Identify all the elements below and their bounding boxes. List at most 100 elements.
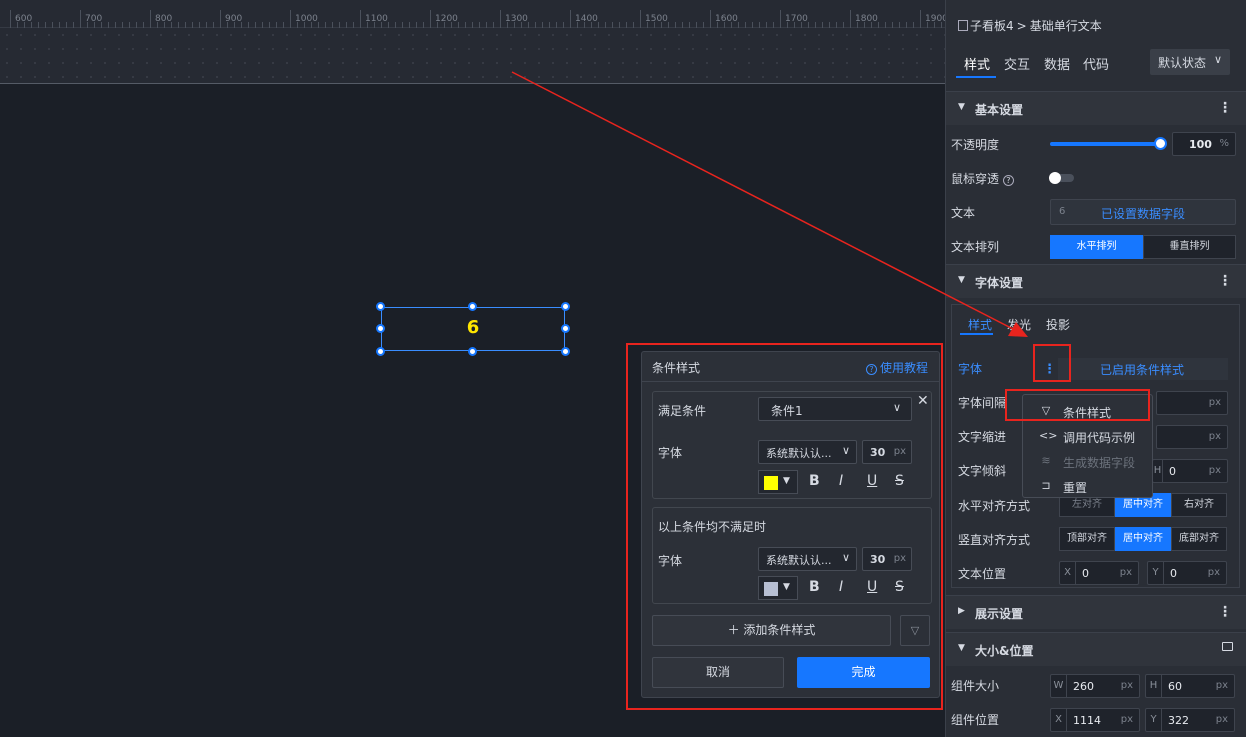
text-field-prefix: 6	[1059, 206, 1066, 217]
ruler-label: 1500	[645, 14, 668, 24]
opacity-slider[interactable]	[1050, 137, 1167, 150]
breadcrumb-separator: >	[1016, 19, 1027, 33]
opacity-label: 不透明度	[951, 138, 1000, 152]
reset-icon: ⊐	[1041, 479, 1051, 492]
ruler-label: 1700	[785, 14, 808, 24]
tab-style[interactable]: 样式	[964, 54, 990, 73]
text-pos-x-input[interactable]: X 0 px	[1059, 561, 1139, 585]
section-font[interactable]: ▼ 字体设置 ⋮	[946, 264, 1246, 298]
resize-handle-bl[interactable]	[376, 347, 385, 356]
ruler-label: 1600	[715, 14, 738, 24]
selected-text-component[interactable]: 6	[376, 302, 570, 356]
mouse-through-toggle[interactable]	[1049, 172, 1074, 184]
caret-right-icon: ▶	[958, 606, 965, 616]
tab-code[interactable]: 代码	[1083, 54, 1109, 73]
ruler-tick	[920, 10, 921, 28]
opacity-value: 100	[1189, 138, 1212, 151]
more-icon[interactable]: ⋮	[1218, 273, 1232, 289]
ruler-tick	[850, 10, 851, 28]
code-icon: <>	[1039, 429, 1058, 442]
valign-middle-button[interactable]: 居中对齐	[1115, 527, 1171, 551]
lock-icon[interactable]	[1222, 642, 1233, 651]
breadcrumb-root[interactable]: 子看板4	[970, 19, 1014, 33]
arrange-horizontal-button[interactable]: 水平排列	[1050, 235, 1143, 259]
font-tab-indicator	[960, 333, 993, 335]
arrange-label: 文本排列	[951, 240, 1000, 254]
x-input[interactable]: X 1114 px	[1050, 708, 1140, 732]
section-basic[interactable]: ▼ 基本设置 ⋮	[946, 91, 1246, 125]
ruler-label: 900	[225, 14, 243, 24]
text-data-field[interactable]: 6 已设置数据字段	[1050, 199, 1236, 225]
halign-label: 水平对齐方式	[958, 499, 1031, 513]
opacity-slider-thumb[interactable]	[1154, 137, 1167, 150]
opacity-input[interactable]: 100 %	[1172, 132, 1236, 156]
resize-handle-tl[interactable]	[376, 302, 385, 311]
caret-down-icon: ▼	[958, 643, 965, 653]
resize-handle-br[interactable]	[561, 347, 570, 356]
ruler-tick	[640, 10, 641, 28]
section-display[interactable]: ▶ 展示设置 ⋮	[946, 595, 1246, 629]
tab-interaction[interactable]: 交互	[1004, 54, 1030, 73]
skew-h-prefix: H	[1153, 460, 1163, 482]
resize-handle-r[interactable]	[561, 324, 570, 333]
canvas-stage-strip	[0, 28, 945, 84]
ruler-tick	[360, 10, 361, 28]
horizontal-ruler: 600 700 800 900 1000 1100 1200 1300 1400 1500 1600…	[0, 0, 948, 28]
height-input[interactable]: H 60 px	[1145, 674, 1235, 698]
chevron-down-icon: ∨	[1213, 53, 1222, 66]
ruler-tick	[570, 10, 571, 28]
valign-top-button[interactable]: 顶部对齐	[1059, 527, 1115, 551]
opacity-unit: %	[1219, 138, 1229, 149]
ruler-label: 1800	[855, 14, 878, 24]
font-status-field: 已启用条件样式	[1058, 358, 1228, 380]
indent-input[interactable]: px	[1156, 425, 1228, 449]
resize-handle-t[interactable]	[468, 302, 477, 311]
state-select[interactable]: 默认状态 ∨	[1150, 49, 1230, 75]
text-field-status: 已设置数据字段	[1101, 207, 1186, 221]
ruler-tick	[10, 10, 11, 28]
text-pos-y-input[interactable]: Y 0 px	[1147, 561, 1227, 585]
section-size-title: 大小&位置	[975, 644, 1034, 658]
halign-right-button[interactable]: 右对齐	[1171, 493, 1227, 517]
ruler-tick	[710, 10, 711, 28]
annotation-box-dialog	[626, 343, 943, 710]
font-tab-style[interactable]: 样式	[968, 316, 992, 333]
resize-handle-tr[interactable]	[561, 302, 570, 311]
section-size-position[interactable]: ▼ 大小&位置	[946, 632, 1246, 666]
annotation-box-more	[1033, 344, 1071, 382]
caret-down-icon: ▼	[958, 102, 965, 112]
ruler-label: 1100	[365, 14, 388, 24]
skew-h-input[interactable]: H 0 px	[1152, 459, 1228, 483]
font-tab-glow[interactable]: 发光	[1007, 316, 1031, 333]
valign-label: 竖直对齐方式	[958, 533, 1031, 547]
width-input[interactable]: W 260 px	[1050, 674, 1140, 698]
ruler-tick	[150, 10, 151, 28]
more-icon[interactable]: ⋮	[1218, 100, 1232, 116]
more-icon[interactable]: ⋮	[1218, 604, 1232, 620]
help-icon[interactable]: ?	[1002, 175, 1014, 186]
skew-h-value: 0	[1169, 465, 1176, 478]
size-label: 组件大小	[951, 679, 1000, 693]
component-icon	[958, 20, 968, 31]
tab-data[interactable]: 数据	[1044, 54, 1070, 73]
ruler-label: 1000	[295, 14, 318, 24]
ruler-label: 800	[155, 14, 173, 24]
font-label: 字体	[958, 362, 983, 376]
font-status-text: 已启用条件样式	[1100, 363, 1185, 377]
indent-label: 文字缩进	[958, 430, 1007, 444]
position-label: 组件位置	[951, 713, 1000, 727]
letter-spacing-input[interactable]: px	[1156, 391, 1228, 415]
annotation-box-menu-item	[1005, 389, 1150, 421]
ruler-tick	[500, 10, 501, 28]
resize-handle-b[interactable]	[468, 347, 477, 356]
font-tab-shadow[interactable]: 投影	[1046, 316, 1070, 333]
y-input[interactable]: Y 322 px	[1145, 708, 1235, 732]
ruler-label: 1400	[575, 14, 598, 24]
ruler-label: 700	[85, 14, 103, 24]
text-position-label: 文本位置	[958, 567, 1007, 581]
resize-handle-l[interactable]	[376, 324, 385, 333]
valign-bottom-button[interactable]: 底部对齐	[1171, 527, 1227, 551]
opacity-slider-fill	[1050, 142, 1160, 146]
arrange-vertical-button[interactable]: 垂直排列	[1143, 235, 1236, 259]
section-font-title: 字体设置	[975, 276, 1024, 290]
